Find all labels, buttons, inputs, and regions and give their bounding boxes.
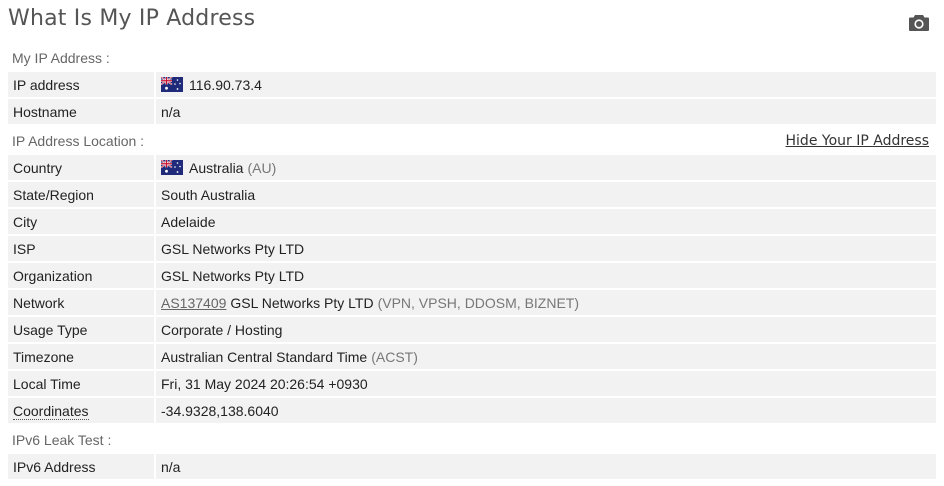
asn-link[interactable]: AS137409 (161, 295, 226, 311)
table-row-usage-type: Usage Type Corporate / Hosting (8, 317, 936, 342)
page-title: What Is My IP Address (8, 6, 256, 31)
organization-label: Organization (13, 268, 93, 284)
timezone-value-cell: Australian Central Standard Time (ACST) (156, 344, 936, 369)
table-row-timezone: Timezone Australian Central Standard Tim… (8, 344, 936, 369)
timezone-abbr: (ACST) (371, 349, 418, 365)
country-code: (AU) (247, 160, 277, 176)
table-row-hostname: Hostname n/a (8, 99, 936, 124)
table-row-network: Network AS137409 GSL Networks Pty LTD (V… (8, 290, 936, 315)
usage-label-cell: Usage Type (8, 317, 154, 342)
state-label: State/Region (13, 187, 94, 203)
ipv6-value-cell: n/a (156, 454, 936, 479)
city-value-cell: Adelaide (156, 209, 936, 234)
ipv6-address-value: n/a (161, 459, 181, 475)
camera-icon[interactable] (908, 13, 930, 32)
my-ip-section-header: My IP Address : (8, 44, 936, 72)
usage-label: Usage Type (13, 322, 88, 338)
table-row-state-region: State/Region South Australia (8, 182, 936, 207)
table-row-local-time: Local Time Fri, 31 May 2024 20:26:54 +09… (8, 371, 936, 396)
table-row-isp: ISP GSL Networks Pty LTD (8, 236, 936, 261)
coordinates-value-cell: -34.9328,138.6040 (156, 398, 936, 423)
isp-label-cell: ISP (8, 236, 154, 261)
location-section-label: IP Address Location : (12, 133, 145, 149)
table-row-country: Country Australia (AU) (8, 155, 936, 180)
city-label: City (13, 214, 38, 230)
my-ip-section-label: My IP Address : (12, 50, 110, 66)
hostname-value-cell: n/a (156, 99, 936, 124)
state-value-cell: South Australia (156, 182, 936, 207)
country-value-cell: Australia (AU) (156, 155, 936, 180)
country-label-cell: Country (8, 155, 154, 180)
table-row-ipv6-address: IPv6 Address n/a (8, 454, 936, 479)
ip-address-value-cell: 116.90.73.4 (156, 72, 936, 97)
table-row-organization: Organization GSL Networks Pty LTD (8, 263, 936, 288)
coordinates-label-cell: Coordinates (8, 398, 154, 423)
table-row-coordinates: Coordinates -34.9328,138.6040 (8, 398, 936, 423)
hostname-label-cell: Hostname (8, 99, 154, 124)
header: What Is My IP Address (0, 0, 944, 44)
network-label: Network (13, 295, 65, 311)
organization-value-cell: GSL Networks Pty LTD (156, 263, 936, 288)
timezone-value: Australian Central Standard Time (161, 349, 368, 365)
localtime-value-cell: Fri, 31 May 2024 20:26:54 +0930 (156, 371, 936, 396)
ip-address-label: IP address (13, 77, 80, 93)
isp-label: ISP (13, 241, 36, 257)
ip-address-value: 116.90.73.4 (189, 77, 262, 93)
organization-label-cell: Organization (8, 263, 154, 288)
localtime-label-cell: Local Time (8, 371, 154, 396)
ip-address-label-cell: IP address (8, 72, 154, 97)
timezone-label-cell: Timezone (8, 344, 154, 369)
isp-value: GSL Networks Pty LTD (161, 241, 305, 257)
country-value: Australia (189, 160, 244, 176)
ipv6-section-header: IPv6 Leak Test : (8, 426, 936, 454)
state-value: South Australia (161, 187, 256, 203)
city-label-cell: City (8, 209, 154, 234)
location-section-header: IP Address Location : Hide Your IP Addre… (8, 127, 936, 155)
ipv6-section-label: IPv6 Leak Test : (12, 432, 112, 448)
coordinates-value: -34.9328,138.6040 (161, 403, 279, 419)
organization-value: GSL Networks Pty LTD (161, 268, 305, 284)
hide-ip-address-link[interactable]: Hide Your IP Address (786, 133, 929, 149)
table-row-city: City Adelaide (8, 209, 936, 234)
network-value: GSL Networks Pty LTD (230, 295, 374, 311)
state-label-cell: State/Region (8, 182, 154, 207)
table-row-ip-address: IP address 116.90.73.4 (8, 72, 936, 97)
localtime-label: Local Time (13, 376, 81, 392)
network-label-cell: Network (8, 290, 154, 315)
localtime-value: Fri, 31 May 2024 20:26:54 +0930 (161, 376, 368, 392)
usage-value: Corporate / Hosting (161, 322, 283, 338)
hostname-value: n/a (161, 104, 181, 120)
australia-flag-icon (161, 76, 183, 92)
hostname-label: Hostname (13, 104, 77, 120)
country-label: Country (13, 160, 63, 176)
coordinates-label[interactable]: Coordinates (13, 403, 89, 420)
australia-flag-icon (161, 159, 183, 175)
timezone-label: Timezone (13, 349, 74, 365)
isp-value-cell: GSL Networks Pty LTD (156, 236, 936, 261)
network-tags: (VPN, VPSH, DDOSM, BIZNET) (377, 295, 580, 311)
ipv6-address-label: IPv6 Address (13, 459, 96, 475)
usage-value-cell: Corporate / Hosting (156, 317, 936, 342)
network-value-cell: AS137409 GSL Networks Pty LTD (VPN, VPSH… (156, 290, 936, 315)
city-value: Adelaide (161, 214, 216, 230)
ipv6-label-cell: IPv6 Address (8, 454, 154, 479)
